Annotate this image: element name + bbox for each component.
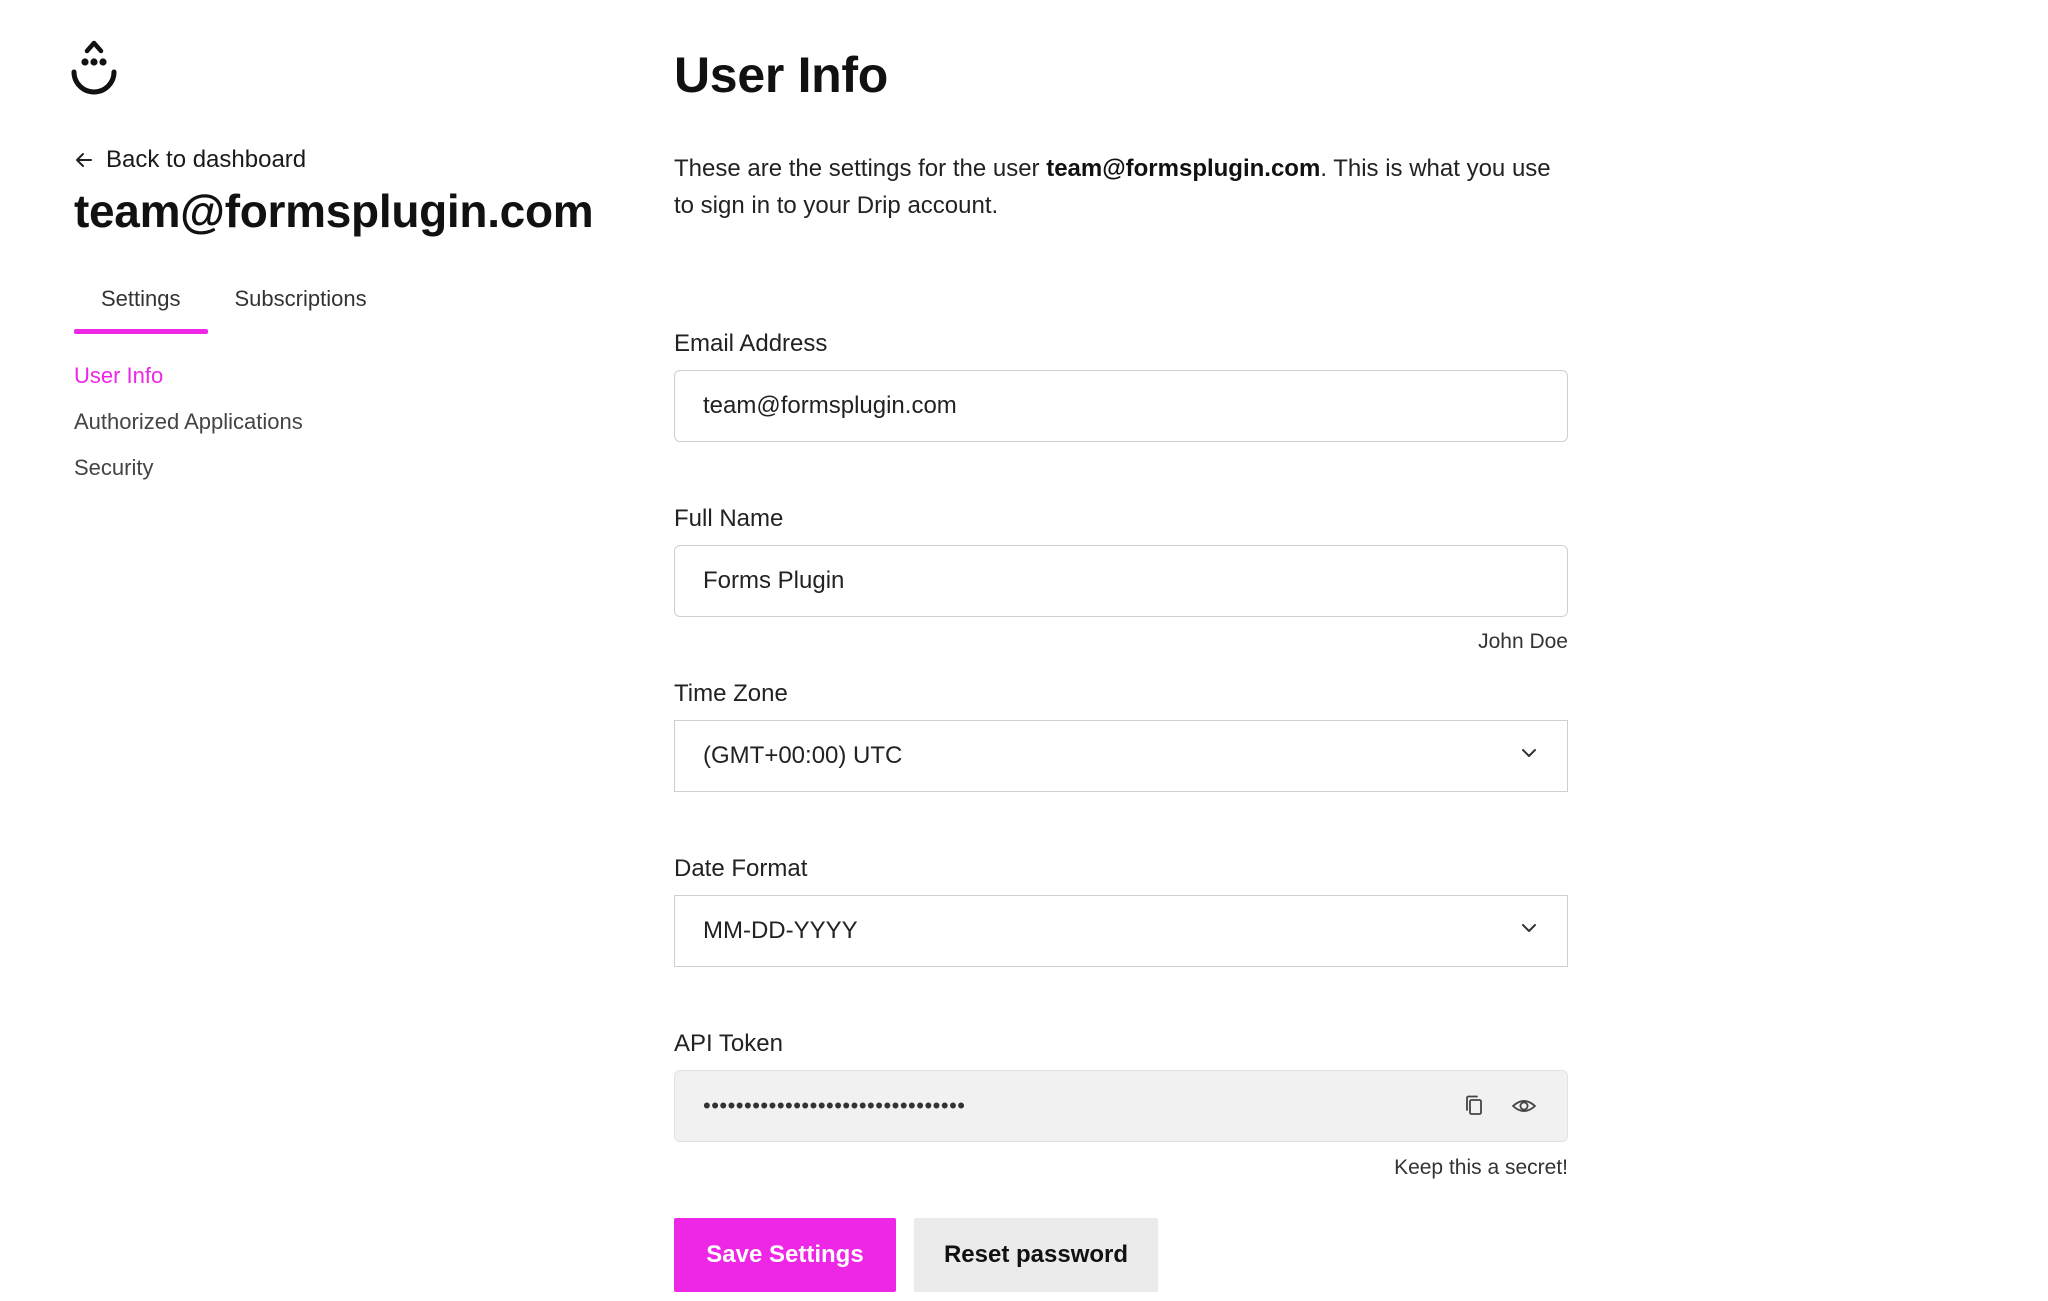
- time-zone-label: Time Zone: [674, 680, 788, 707]
- settings-subnav: User Info Authorized Applications Securi…: [74, 362, 303, 500]
- full-name-field[interactable]: [674, 545, 1568, 617]
- intro-prefix: These are the settings for the user: [674, 155, 1047, 182]
- api-token-field[interactable]: ••••••••••••••••••••••••••••••••: [674, 1070, 1568, 1142]
- eye-icon[interactable]: [1509, 1091, 1539, 1121]
- chevron-down-icon: [1519, 917, 1539, 945]
- api-token-label: API Token: [674, 1030, 783, 1057]
- back-to-dashboard-link[interactable]: Back to dashboard: [74, 146, 306, 174]
- copy-icon[interactable]: [1459, 1091, 1489, 1121]
- email-field[interactable]: [674, 370, 1568, 442]
- sidebar: Back to dashboard team@formsplugin.com S…: [0, 0, 640, 1301]
- form-actions: Save Settings Reset password: [674, 1218, 1158, 1292]
- time-zone-value: (GMT+00:00) UTC: [703, 742, 903, 769]
- page-title: User Info: [674, 47, 888, 103]
- api-token-masked-value: ••••••••••••••••••••••••••••••••: [703, 1093, 966, 1118]
- intro-email: team@formsplugin.com: [1046, 155, 1321, 182]
- account-email-heading: team@formsplugin.com: [74, 185, 594, 237]
- date-format-select[interactable]: MM-DD-YYYY: [674, 895, 1568, 967]
- arrow-left-icon: [74, 150, 94, 170]
- tab-settings[interactable]: Settings: [74, 278, 208, 334]
- api-token-actions: [1459, 1091, 1539, 1121]
- settings-tabs: Settings Subscriptions: [74, 278, 394, 336]
- subnav-item-user-info[interactable]: User Info: [74, 362, 303, 408]
- subnav-item-authorized-applications[interactable]: Authorized Applications: [74, 408, 303, 454]
- intro-text: These are the settings for the user team…: [674, 150, 1574, 224]
- user-info-panel: User Info These are the settings for the…: [674, 0, 1574, 1301]
- tab-subscriptions[interactable]: Subscriptions: [208, 278, 394, 328]
- subnav-item-security[interactable]: Security: [74, 454, 303, 500]
- date-format-value: MM-DD-YYYY: [703, 917, 858, 944]
- drip-logo-icon[interactable]: [70, 38, 118, 98]
- save-settings-button[interactable]: Save Settings: [674, 1218, 896, 1292]
- email-label: Email Address: [674, 330, 828, 357]
- chevron-down-icon: [1519, 742, 1539, 770]
- date-format-label: Date Format: [674, 855, 808, 882]
- time-zone-select[interactable]: (GMT+00:00) UTC: [674, 720, 1568, 792]
- back-link-label: Back to dashboard: [106, 146, 307, 173]
- full-name-hint: John Doe: [1478, 630, 1568, 653]
- api-token-hint: Keep this a secret!: [1394, 1156, 1568, 1179]
- full-name-label: Full Name: [674, 505, 784, 532]
- reset-password-button[interactable]: Reset password: [914, 1218, 1158, 1292]
